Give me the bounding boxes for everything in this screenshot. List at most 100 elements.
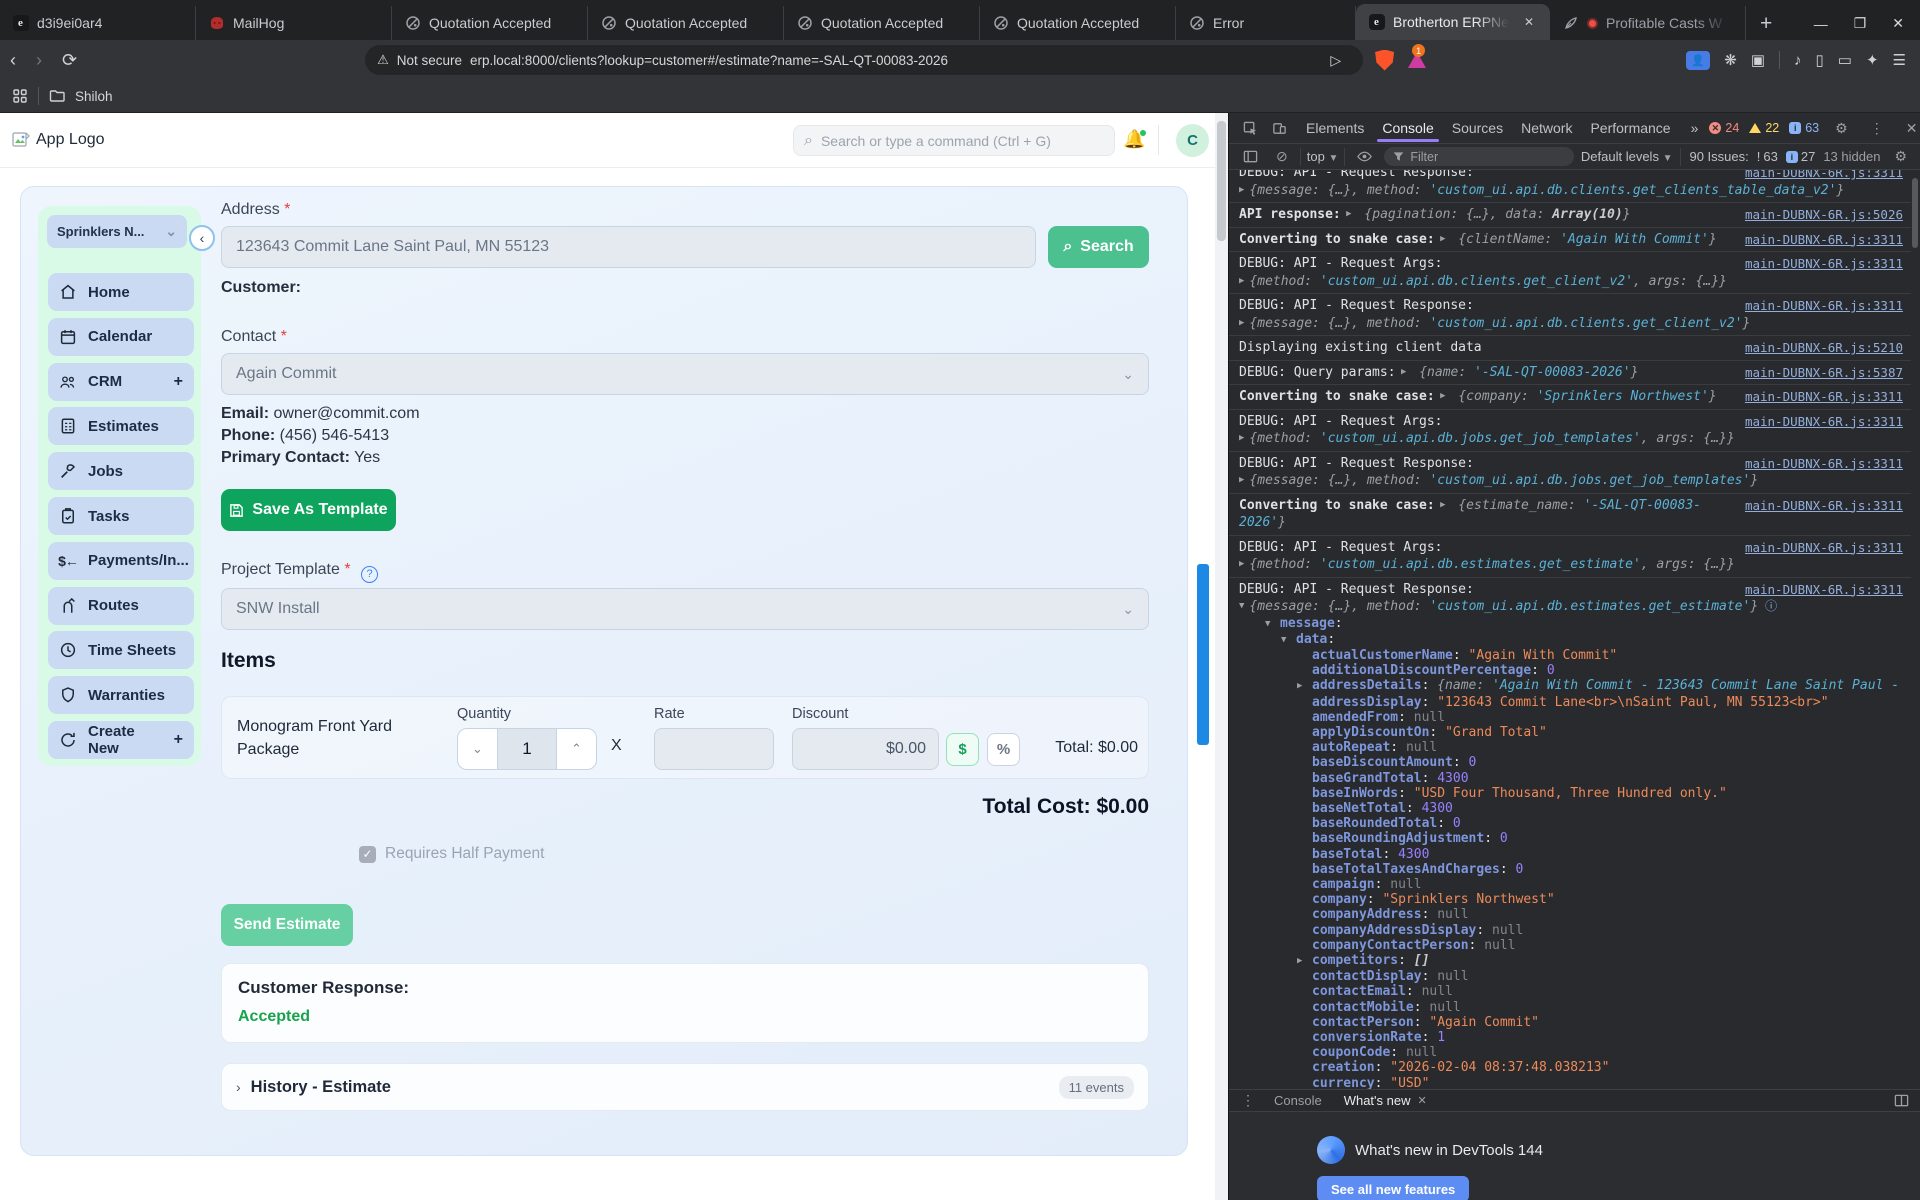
browser-tab[interactable]: Quotation Accepted <box>980 6 1176 40</box>
extensions-icon[interactable]: ❋ <box>1724 51 1737 69</box>
log-levels-selector[interactable]: Default levels ▼ <box>1581 149 1673 164</box>
console-object-key-row[interactable]: ▼ data: <box>1239 632 1903 648</box>
browser-tab[interactable]: Error <box>1176 6 1356 40</box>
sidebar-item-create-new[interactable]: Create New + <box>48 721 194 759</box>
console-source-link[interactable]: main-DUBNX-6R.js:5387 <box>1745 364 1903 382</box>
console-property-row[interactable]: companyAddress: null <box>1239 907 1903 922</box>
console-property-row[interactable]: ▶ addressDetails: {name: 'Again With Comm… <box>1239 678 1903 694</box>
devtools-tab-console[interactable]: Console <box>1373 114 1442 142</box>
app-logo[interactable]: App Logo <box>12 131 105 149</box>
expand-arrow-icon[interactable]: ▶ <box>1396 367 1412 377</box>
console-property-row[interactable]: contactDisplay: null <box>1239 969 1903 984</box>
console-property-row[interactable]: baseRoundedTotal: 0 <box>1239 816 1903 831</box>
expand-arrow-icon[interactable]: ▶ <box>1435 500 1451 510</box>
dock-panel-icon[interactable] <box>1888 1093 1915 1108</box>
console-property-row[interactable]: creation: "2026-02-04 08:37:48.038213" <box>1239 1060 1903 1075</box>
new-tab-button[interactable]: + <box>1746 12 1786 40</box>
expand-arrow-icon[interactable]: ▶ <box>1297 954 1312 969</box>
browser-tab[interactable]: e d3i9ei0ar4 <box>0 6 196 40</box>
page-scrollbar-thumb[interactable] <box>1217 121 1226 241</box>
console-source-link[interactable]: main-DUBNX-6R.js:3311 <box>1745 539 1903 557</box>
sidebar-item-jobs[interactable]: Jobs <box>48 452 194 491</box>
browser-tab[interactable]: MailHog <box>196 6 392 40</box>
drawer-tab-console[interactable]: Console <box>1265 1091 1331 1110</box>
devtools-close-icon[interactable]: ✕ <box>1900 120 1920 137</box>
issues-errors[interactable]: ! 63 <box>1757 149 1778 164</box>
sidebar-item-crm[interactable]: CRM + <box>48 362 194 401</box>
sidebar-item-time-sheets[interactable]: Time Sheets <box>48 631 194 670</box>
expand-arrow-icon[interactable]: ▼ <box>1265 617 1280 632</box>
sidebar-toggle-icon[interactable]: ▯ <box>1816 51 1824 69</box>
address-field[interactable] <box>221 226 1036 268</box>
devtools-tab-performance[interactable]: Performance <box>1581 114 1679 142</box>
console-source-link[interactable]: main-DUBNX-6R.js:3311 <box>1745 297 1903 315</box>
inspect-element-icon[interactable] <box>1237 121 1264 136</box>
console-source-link[interactable]: main-DUBNX-6R.js:3311 <box>1745 231 1903 249</box>
drawer-tab-whats-new[interactable]: What's new ✕ <box>1335 1091 1436 1110</box>
command-search[interactable]: ⌕ <box>793 125 1115 156</box>
contact-select[interactable]: Again Commit ⌄ <box>221 353 1149 395</box>
eye-icon[interactable] <box>1351 149 1378 164</box>
console-property-row[interactable]: autoRepeat: null <box>1239 740 1903 755</box>
drawer-kebab-icon[interactable]: ⋮ <box>1235 1092 1261 1109</box>
apps-grid-icon[interactable] <box>12 88 28 104</box>
expand-arrow-icon[interactable]: ▶ <box>1239 276 1249 286</box>
notifications-bell-icon[interactable]: 🔔 <box>1123 129 1147 150</box>
console-property-row[interactable]: conversionRate: 1 <box>1239 1030 1903 1045</box>
window-close-button[interactable]: ✕ <box>1892 15 1904 32</box>
devtools-tab-elements[interactable]: Elements <box>1297 114 1373 142</box>
leo-ai-icon[interactable]: ✦ <box>1866 51 1879 69</box>
expand-arrow-icon[interactable]: ▼ <box>1281 633 1296 648</box>
browser-tab[interactable]: Quotation Accepted <box>392 6 588 40</box>
project-template-select[interactable]: SNW Install ⌄ <box>221 588 1149 630</box>
profile-icon[interactable]: 👤 <box>1686 50 1711 70</box>
sidebar-item-estimates[interactable]: Estimates <box>48 407 194 446</box>
console-property-row[interactable]: amendedFrom: null <box>1239 710 1903 725</box>
info-badge[interactable]: i 63 <box>1789 121 1819 135</box>
console-source-link[interactable]: main-DUBNX-6R.js:3311 <box>1745 455 1903 473</box>
search-input[interactable] <box>820 132 1104 149</box>
half-payment-checkbox[interactable]: ✓ <box>359 845 376 863</box>
brave-shield-icon[interactable] <box>1375 49 1395 71</box>
console-property-row[interactable]: couponCode: null <box>1239 1045 1903 1060</box>
browser-tab[interactable]: Quotation Accepted <box>588 6 784 40</box>
more-tabs-icon[interactable]: » <box>1682 114 1708 142</box>
address-input[interactable] <box>236 238 1021 256</box>
console-source-link[interactable]: main-DUBNX-6R.js:3311 <box>1745 255 1903 273</box>
discount-dollar-toggle[interactable]: $ <box>946 733 979 766</box>
console-property-row[interactable]: baseGrandTotal: 4300 <box>1239 771 1903 786</box>
devtools-scrollbar[interactable] <box>1910 170 1920 1089</box>
console-source-link[interactable]: main-DUBNX-6R.js:3311 <box>1745 581 1903 599</box>
restore-button[interactable]: ❐ <box>1854 15 1867 32</box>
context-selector[interactable]: top ▼ <box>1307 149 1339 164</box>
console-property-row[interactable]: addressDisplay: "123643 Commit Lane<br>\… <box>1239 695 1903 710</box>
kebab-menu-icon[interactable]: ⋮ <box>1864 120 1890 137</box>
console-property-row[interactable]: baseRoundingAdjustment: 0 <box>1239 831 1903 846</box>
console-property-row[interactable]: baseDiscountAmount: 0 <box>1239 755 1903 770</box>
expand-arrow-icon[interactable]: ▶ <box>1435 391 1451 401</box>
console-property-row[interactable]: additionalDiscountPercentage: 0 <box>1239 663 1903 678</box>
expand-arrow-icon[interactable]: ▼ <box>1239 601 1249 611</box>
sidebar-item-calendar[interactable]: Calendar <box>48 317 194 356</box>
info-icon[interactable]: ⓘ <box>1758 599 1777 613</box>
inner-scrollbar-thumb[interactable] <box>1197 564 1209 745</box>
console-source-link[interactable]: main-DUBNX-6R.js:3311 <box>1745 388 1903 406</box>
sidebar-item-payments-in-[interactable]: $← Payments/In... <box>48 541 194 580</box>
brave-rewards-icon[interactable]: 1 <box>1408 44 1427 68</box>
reader-mode-icon[interactable]: ▣ <box>1751 51 1765 69</box>
console-sidebar-icon[interactable] <box>1237 149 1264 164</box>
expand-arrow-icon[interactable]: ▶ <box>1239 475 1249 485</box>
console-property-row[interactable]: company: "Sprinklers Northwest" <box>1239 892 1903 907</box>
console-object-key-row[interactable]: ▼ message: <box>1239 616 1903 632</box>
sidebar-item-warranties[interactable]: Warranties <box>48 676 194 715</box>
filter-input[interactable]: Filter <box>1384 147 1575 166</box>
settings-gear-icon[interactable]: ⚙ <box>1888 148 1913 165</box>
rate-input[interactable] <box>655 729 773 769</box>
send-estimate-button[interactable]: Send Estimate <box>221 904 353 946</box>
sidebar-item-routes[interactable]: Routes <box>48 586 194 625</box>
console-property-row[interactable]: applyDiscountOn: "Grand Total" <box>1239 725 1903 740</box>
console-property-row[interactable]: contactMobile: null <box>1239 1000 1903 1015</box>
tab-close-icon[interactable]: ✕ <box>1520 14 1538 30</box>
save-as-template-button[interactable]: Save As Template <box>221 489 396 531</box>
company-selector[interactable]: Sprinklers N... ⌄ <box>47 215 187 248</box>
